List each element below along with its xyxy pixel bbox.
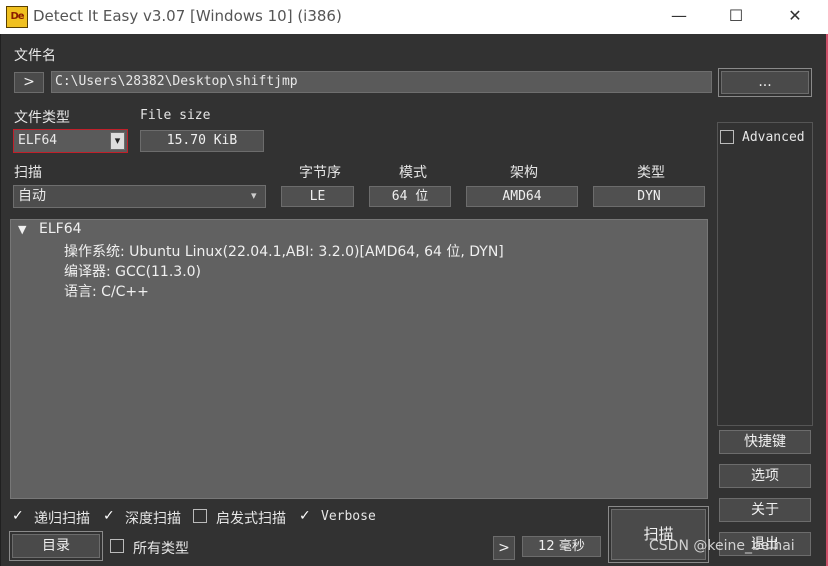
arch-value: AMD64 [466,186,578,207]
heuristic-checkbox[interactable] [193,509,207,523]
file-type-dropdown-icon[interactable]: ▾ [110,132,125,150]
scan-mode-select[interactable]: 自动 [13,185,266,208]
all-types-label: 所有类型 [133,541,189,557]
file-size-value: 15.70 KiB [140,130,264,152]
verbose-check-icon[interactable]: ✓ [299,508,311,524]
shortcuts-button[interactable]: 快捷键 [719,430,811,454]
file-path-field[interactable]: C:\Users\28382\Desktop\shiftjmp [51,71,712,93]
app-window: De Detect It Easy v3.07 [Windows 10] (i3… [0,0,828,566]
scan-label: 扫描 [14,165,42,181]
minimize-button[interactable]: — [656,0,702,32]
arch-label: 架构 [510,165,538,181]
type-value: DYN [593,186,705,207]
file-nav-button[interactable]: > [14,72,44,93]
tree-item-compiler[interactable]: 编译器: GCC(11.3.0) [64,261,201,281]
app-logo-icon: De [6,6,28,28]
directory-button[interactable]: 目录 [12,534,100,558]
watermark: CSDN @keine_beihai [649,538,795,554]
deep-check-icon[interactable]: ✓ [103,508,115,524]
file-name-label: 文件名 [14,48,56,64]
tree-item-os[interactable]: 操作系统: Ubuntu Linux(22.04.1,ABI: 3.2.0)[A… [64,241,504,261]
log-nav-button[interactable]: > [493,536,515,560]
mode-value: 64 位 [369,186,451,207]
main-panel: 文件名 > C:\Users\28382\Desktop\shiftjmp ..… [0,34,828,566]
side-panel [717,122,813,426]
all-types-checkbox[interactable] [110,539,124,553]
scan-mode-dropdown-icon[interactable]: ▾ [251,189,257,202]
scan-mode-value: 自动 [18,188,46,204]
options-button[interactable]: 选项 [719,464,811,488]
maximize-button[interactable]: ☐ [713,0,759,32]
window-title: Detect It Easy v3.07 [Windows 10] (i386) [33,7,342,25]
recursive-check-icon[interactable]: ✓ [12,508,24,524]
tree-root-elf64[interactable]: ELF64 [39,221,82,237]
file-type-value: ELF64 [18,133,58,148]
verbose-label: Verbose [321,509,376,524]
about-button[interactable]: 关于 [719,498,811,522]
results-tree: ▼ ELF64 操作系统: Ubuntu Linux(22.04.1,ABI: … [10,219,708,499]
browse-button[interactable]: ... [721,71,809,94]
file-size-label: File size [140,108,211,123]
elapsed-time: 12 毫秒 [522,536,601,557]
title-bar: De Detect It Easy v3.07 [Windows 10] (i3… [0,0,828,34]
expander-icon[interactable]: ▼ [18,223,26,236]
endian-value: LE [281,186,354,207]
close-button[interactable]: ✕ [772,0,818,32]
tree-item-language[interactable]: 语言: C/C++ [64,281,149,301]
type-label: 类型 [637,165,665,181]
deep-scan-label: 深度扫描 [125,511,181,527]
endian-label: 字节序 [299,165,341,181]
file-type-label: 文件类型 [14,110,70,126]
heuristic-scan-label: 启发式扫描 [216,511,286,527]
mode-label: 模式 [399,165,427,181]
recursive-scan-label: 递归扫描 [34,511,90,527]
